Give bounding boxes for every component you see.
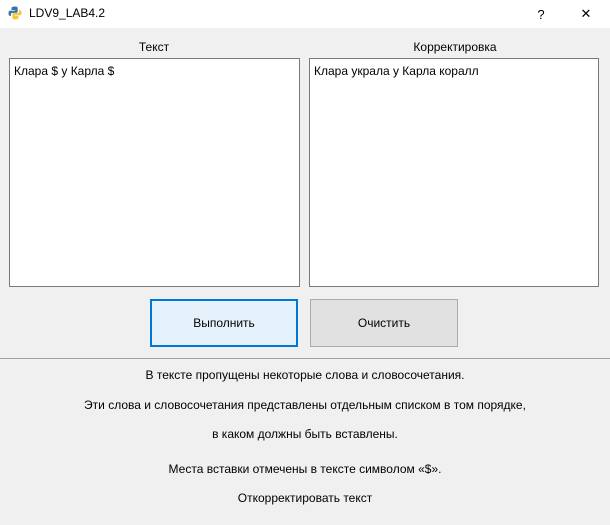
help-button[interactable]: ? (518, 0, 564, 28)
instruction-line-2: Эти слова и словосочетания представлены … (84, 398, 526, 412)
instruction-line-5: Откорректировать текст (237, 491, 373, 505)
window-title: LDV9_LAB4.2 (29, 6, 106, 20)
instruction-line-4: Места вставки отмечены в тексте символом… (168, 462, 442, 476)
source-text-area[interactable]: Клара $ у Карла $ (9, 58, 300, 287)
clear-button[interactable]: Очистить (310, 299, 458, 347)
divider (0, 358, 610, 359)
run-button[interactable]: Выполнить (150, 299, 298, 347)
close-icon: ✕ (580, 6, 592, 21)
text-label: Текст (138, 40, 170, 54)
instruction-line-3: в каком должны быть вставлены. (212, 427, 398, 441)
instruction-line-1: В тексте пропущены некоторые слова и сло… (145, 368, 465, 382)
correction-label: Корректировка (413, 40, 497, 54)
close-button[interactable]: ✕ (563, 0, 609, 28)
corrected-text-area[interactable]: Клара украла у Карла коралл (309, 58, 599, 287)
python-icon (8, 6, 22, 20)
title-bar: LDV9_LAB4.2 ? ✕ (0, 0, 610, 28)
help-icon: ? (537, 6, 545, 22)
